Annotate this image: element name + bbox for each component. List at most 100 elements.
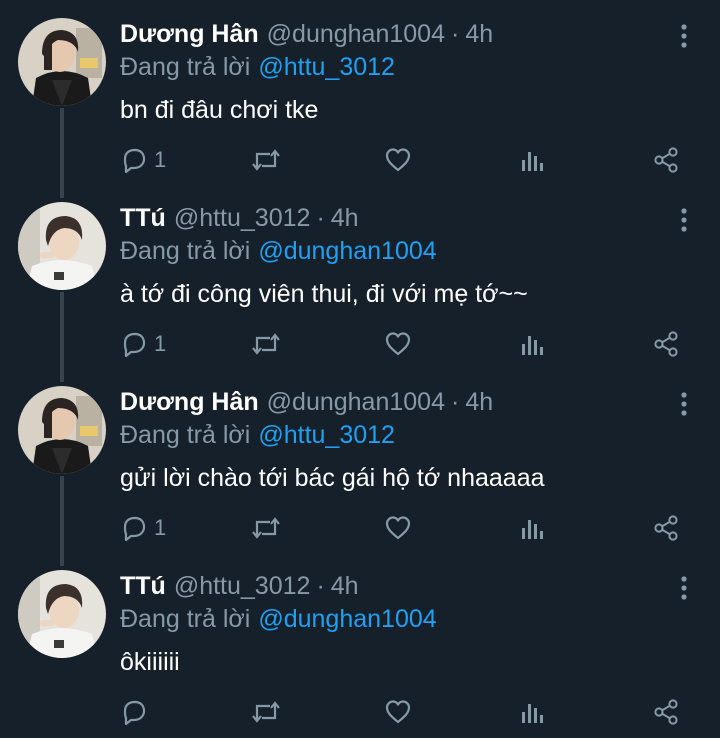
tweet-text: gửi lời chào tới bác gái hộ tớ nhaaaaa	[120, 464, 545, 492]
analytics-button[interactable]	[520, 508, 544, 548]
timestamp[interactable]: 4h	[465, 17, 493, 51]
avatar-duong-han-image	[18, 386, 106, 474]
reply-icon	[123, 516, 146, 542]
retweet-button[interactable]	[250, 140, 282, 180]
tweet-actions: 1	[110, 324, 710, 364]
reply-icon	[123, 148, 146, 174]
display-name[interactable]: TTú	[120, 569, 166, 603]
retweet-button[interactable]	[250, 508, 282, 548]
user-handle[interactable]: @httu_3012	[174, 201, 311, 235]
reply-count: 1	[154, 147, 167, 172]
avatar[interactable]	[18, 570, 106, 658]
replying-to: Đang trả lời @httu_3012	[120, 418, 395, 452]
replying-to: Đang trả lời @dunghan1004	[120, 602, 437, 636]
tweet-header: Dương Hân @dunghan1004 · 4h	[120, 385, 493, 419]
tweet-text: à tớ đi công viên thui, đi với mẹ tớ~~	[120, 280, 528, 308]
like-icon	[385, 332, 411, 356]
timestamp[interactable]: 4h	[331, 569, 359, 603]
reply-count: 1	[154, 515, 167, 540]
share-icon	[654, 515, 678, 541]
replying-to-mention[interactable]: @httu_3012	[258, 421, 395, 449]
replying-to-mention[interactable]: @httu_3012	[258, 53, 395, 81]
tweet-header: TTú @httu_3012 · 4h	[120, 201, 359, 235]
tweet-actions: 1	[110, 140, 710, 180]
thread-connector	[60, 180, 64, 198]
like-icon	[385, 700, 411, 724]
tweet-actions: 1	[110, 508, 710, 548]
separator: ·	[316, 204, 325, 232]
share-button[interactable]	[652, 508, 680, 548]
thread-connector	[60, 476, 64, 556]
like-button[interactable]	[384, 140, 412, 180]
share-icon	[654, 147, 678, 173]
retweet-icon	[252, 149, 280, 171]
tweet[interactable]: Dương Hân @dunghan1004 · 4h Đang trả lời…	[0, 364, 720, 556]
avatar[interactable]	[18, 202, 106, 290]
retweet-button[interactable]	[250, 324, 282, 364]
analytics-icon	[522, 520, 543, 539]
thread-connector	[60, 108, 64, 188]
reply-count: 1	[154, 331, 167, 356]
display-name[interactable]: Dương Hân	[120, 17, 259, 51]
tweet-header: Dương Hân @dunghan1004 · 4h	[120, 17, 493, 51]
more-options-icon[interactable]	[674, 22, 694, 50]
tweet[interactable]: TTú @httu_3012 · 4h Đang trả lời @dunghan…	[0, 548, 720, 736]
replying-to-label: Đang trả lời	[120, 237, 251, 265]
analytics-button[interactable]	[520, 140, 544, 180]
tweet-actions	[110, 692, 710, 732]
timestamp[interactable]: 4h	[465, 385, 493, 419]
replying-to-label: Đang trả lời	[120, 421, 251, 449]
replying-to: Đang trả lời @httu_3012	[120, 50, 395, 84]
like-icon	[385, 148, 411, 172]
like-button[interactable]	[384, 508, 412, 548]
user-handle[interactable]: @httu_3012	[174, 569, 311, 603]
avatar-duong-han-image	[18, 18, 106, 106]
reply-icon	[123, 700, 146, 726]
thread-connector	[60, 364, 64, 382]
display-name[interactable]: TTú	[120, 201, 166, 235]
retweet-icon	[252, 333, 280, 355]
retweet-icon	[252, 517, 280, 539]
more-options-icon[interactable]	[674, 390, 694, 418]
analytics-button[interactable]	[520, 692, 544, 732]
avatar-ttu-image	[18, 202, 106, 290]
timestamp[interactable]: 4h	[331, 201, 359, 235]
share-button[interactable]	[652, 692, 680, 732]
tweet-header: TTú @httu_3012 · 4h	[120, 569, 359, 603]
reply-button[interactable]	[120, 692, 154, 732]
tweet-text: ôkiiiiii	[120, 648, 180, 676]
tweet-text: bn đi đâu chơi tke	[120, 96, 319, 124]
retweet-button[interactable]	[250, 692, 282, 732]
reply-button[interactable]: 1	[120, 324, 166, 364]
avatar[interactable]	[18, 18, 106, 106]
avatar-ttu-image	[18, 570, 106, 658]
user-handle[interactable]: @dunghan1004	[267, 385, 445, 419]
tweet[interactable]: Dương Hân @dunghan1004 · 4h Đang trả lời…	[0, 0, 720, 188]
like-icon	[385, 516, 411, 540]
avatar[interactable]	[18, 386, 106, 474]
tweet[interactable]: TTú @httu_3012 · 4h Đang trả lời @dunghan…	[0, 180, 720, 372]
analytics-button[interactable]	[520, 324, 544, 364]
more-options-icon[interactable]	[674, 574, 694, 602]
separator: ·	[450, 388, 460, 416]
replying-to-label: Đang trả lời	[120, 53, 251, 81]
replying-to-mention[interactable]: @dunghan1004	[258, 605, 436, 633]
replying-to-mention[interactable]: @dunghan1004	[258, 237, 436, 265]
like-button[interactable]	[384, 324, 412, 364]
analytics-icon	[522, 704, 543, 723]
analytics-icon	[522, 336, 543, 355]
more-options-icon[interactable]	[674, 206, 694, 234]
share-button[interactable]	[652, 324, 680, 364]
separator: ·	[450, 20, 460, 48]
display-name[interactable]: Dương Hân	[120, 385, 259, 419]
reply-button[interactable]: 1	[120, 508, 166, 548]
thread-connector	[60, 292, 64, 372]
user-handle[interactable]: @dunghan1004	[267, 17, 445, 51]
replying-to-label: Đang trả lời	[120, 605, 251, 633]
retweet-icon	[252, 701, 280, 723]
reply-button[interactable]: 1	[120, 140, 166, 180]
conversation-thread: Dương Hân @dunghan1004 · 4h Đang trả lời…	[0, 0, 720, 738]
reply-icon	[123, 332, 146, 358]
like-button[interactable]	[384, 692, 412, 732]
share-button[interactable]	[652, 140, 680, 180]
